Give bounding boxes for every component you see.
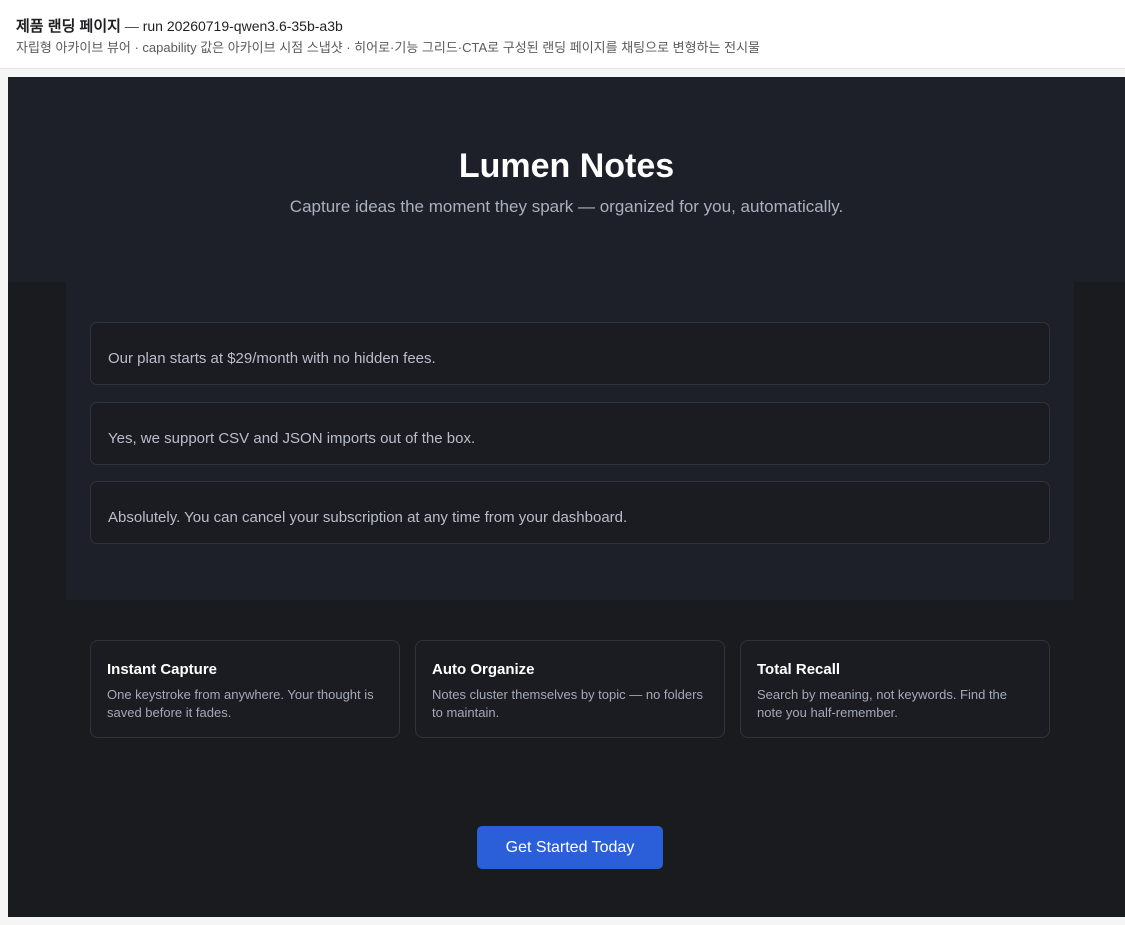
page-title: 제품 랜딩 페이지: [16, 18, 121, 35]
faq-item[interactable]: Our plan starts at $29/month with no hid…: [90, 322, 1050, 385]
landing-page-frame: Lumen Notes Capture ideas the moment the…: [8, 77, 1125, 917]
feature-card-auto-organize: Auto Organize Notes cluster themselves b…: [415, 640, 725, 738]
hero-title: Lumen Notes: [458, 147, 675, 185]
faq-section: Our plan starts at $29/month with no hid…: [66, 282, 1074, 600]
feature-title: Auto Organize: [432, 661, 535, 678]
archive-subtitle: 자립형 아카이브 뷰어 · capability 값은 아카이브 시점 스냅샷 …: [16, 40, 760, 55]
title-separator: —: [124, 18, 139, 34]
feature-card-total-recall: Total Recall Search by meaning, not keyw…: [740, 640, 1050, 738]
faq-item[interactable]: Absolutely. You can cancel your subscrip…: [90, 481, 1050, 544]
get-started-button[interactable]: Get Started Today: [477, 826, 663, 869]
feature-description: One keystroke from anywhere. Your though…: [107, 687, 374, 720]
feature-title: Total Recall: [757, 661, 841, 678]
faq-answer: Yes, we support CSV and JSON imports out…: [108, 430, 476, 447]
faq-answer: Absolutely. You can cancel your subscrip…: [108, 509, 628, 526]
feature-title: Instant Capture: [107, 661, 218, 678]
faq-answer: Our plan starts at $29/month with no hid…: [108, 350, 436, 367]
archive-title-line: 제품 랜딩 페이지 — run 20260719-qwen3.6-35b-a3b: [16, 16, 1109, 37]
faq-item[interactable]: Yes, we support CSV and JSON imports out…: [90, 402, 1050, 465]
feature-description: Search by meaning, not keywords. Find th…: [757, 687, 1008, 720]
archive-header: 제품 랜딩 페이지 — run 20260719-qwen3.6-35b-a3b…: [0, 0, 1125, 69]
run-id: run 20260719-qwen3.6-35b-a3b: [142, 18, 343, 34]
hero-section: Lumen Notes Capture ideas the moment the…: [8, 77, 1125, 282]
feature-card-instant-capture: Instant Capture One keystroke from anywh…: [90, 640, 400, 738]
feature-description: Notes cluster themselves by topic — no f…: [432, 687, 703, 720]
hero-tagline: Capture ideas the moment they spark — or…: [289, 197, 844, 216]
